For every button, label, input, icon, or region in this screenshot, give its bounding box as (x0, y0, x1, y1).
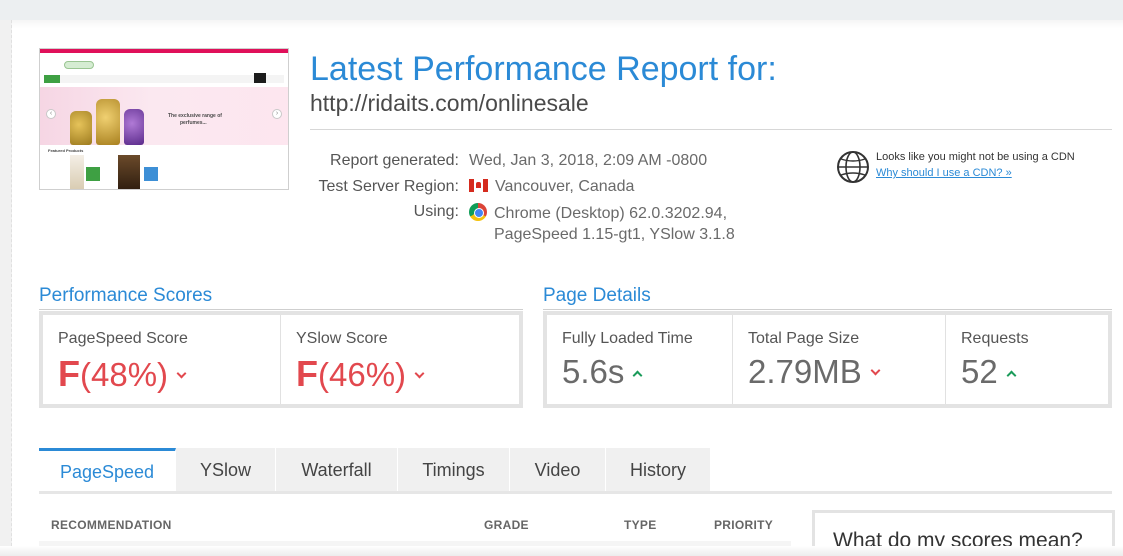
page-screenshot-thumbnail[interactable]: The exclusive range of perfumes... ‹ › F… (39, 48, 289, 190)
thumb-featured-label: Featured Products (48, 148, 84, 153)
requests-cell[interactable]: Requests 52 (946, 315, 1108, 404)
yslow-score-value-wrap: F(46%) (296, 353, 425, 395)
thumb-prev-arrow: ‹ (46, 109, 56, 119)
thumb-bottle-gold (70, 111, 92, 145)
thumb-hero: The exclusive range of perfumes... (40, 87, 288, 145)
top-strip-shadow (0, 20, 1123, 28)
requests-value: 52 (961, 353, 998, 390)
yslow-score-cell[interactable]: YSlow Score F(46%) (281, 315, 519, 404)
yslow-percent: (46%) (318, 356, 407, 393)
page-details-inner: Fully Loaded Time 5.6s Total Page Size 2… (547, 315, 1108, 404)
tab-waterfall[interactable]: Waterfall (276, 448, 398, 493)
using-value-line-1: Chrome (Desktop) 62.0.3202.94, (494, 205, 728, 222)
report-generated-value: Wed, Jan 3, 2018, 2:09 AM -0800 (469, 152, 708, 169)
yslow-score-label: YSlow Score (296, 330, 388, 347)
thumb-product-2 (86, 167, 100, 181)
thumb-logo (64, 61, 94, 69)
using-value-line-1-wrap: Chrome (Desktop) 62.0.3202.94, (469, 203, 727, 223)
requests-value-wrap: 52 (961, 353, 1017, 391)
report-url: http://ridaits.com/onlinesale (310, 90, 589, 116)
fully-loaded-value-wrap: 5.6s (562, 353, 643, 391)
thumb-nav (44, 75, 284, 83)
tab-yslow[interactable]: YSlow (176, 448, 276, 493)
performance-scores-inner: PageSpeed Score F(48%) YSlow Score F(46%… (43, 315, 519, 404)
chrome-icon (469, 203, 487, 221)
globe-icon (837, 151, 869, 183)
thumb-bottle-gold-2 (96, 99, 120, 145)
pagespeed-percent: (48%) (80, 356, 169, 393)
pagespeed-score-cell[interactable]: PageSpeed Score F(48%) (43, 315, 281, 404)
performance-scores-heading: Performance Scores (39, 285, 213, 306)
using-label: Using: (413, 203, 459, 220)
header-recommendation: RECOMMENDATION (51, 518, 172, 532)
yslow-grade: F (296, 353, 318, 394)
trend-up-icon (632, 370, 643, 381)
test-region-value-wrap: Vancouver, Canada (469, 178, 634, 196)
canada-flag-icon (469, 179, 488, 192)
thumb-next-arrow: › (272, 109, 282, 119)
pagespeed-score-label: PageSpeed Score (58, 330, 188, 347)
fully-loaded-value: 5.6s (562, 353, 625, 390)
requests-label: Requests (961, 330, 1029, 347)
test-region-value: Vancouver, Canada (495, 178, 635, 195)
bottom-strip (0, 546, 1123, 556)
title-divider (310, 129, 1112, 130)
tabs-divider (39, 491, 1112, 494)
trend-down-icon (414, 368, 425, 379)
thumb-product-1 (70, 155, 84, 189)
tab-video[interactable]: Video (510, 448, 606, 493)
performance-scores-panel: PageSpeed Score F(48%) YSlow Score F(46%… (39, 311, 523, 408)
report-generated-label: Report generated: (330, 152, 459, 169)
tab-pagespeed[interactable]: PageSpeed (39, 448, 176, 493)
fully-loaded-label: Fully Loaded Time (562, 330, 693, 347)
header-priority: PRIORITY (714, 518, 774, 532)
tab-timings[interactable]: Timings (398, 448, 510, 493)
trend-down-icon (870, 365, 881, 376)
pagespeed-score-value-wrap: F(48%) (58, 353, 187, 395)
thumb-top-bar (40, 49, 288, 53)
page-size-label: Total Page Size (748, 330, 860, 347)
page-size-cell[interactable]: Total Page Size 2.79MB (733, 315, 946, 404)
thumb-black-badge (254, 73, 266, 83)
report-title: Latest Performance Report for: (310, 50, 777, 88)
page-size-value: 2.79MB (748, 353, 862, 390)
thumb-hero-line-2: perfumes... (180, 120, 207, 126)
left-rail (0, 20, 12, 556)
why-use-cdn-link[interactable]: Why should I use a CDN? » (876, 167, 1012, 179)
fully-loaded-cell[interactable]: Fully Loaded Time 5.6s (547, 315, 733, 404)
page-details-panel: Fully Loaded Time 5.6s Total Page Size 2… (543, 311, 1112, 408)
thumb-product-3 (118, 155, 140, 189)
test-region-label: Test Server Region: (318, 178, 459, 195)
header-type: TYPE (624, 518, 657, 532)
page-size-value-wrap: 2.79MB (748, 353, 881, 391)
thumb-bottle-purple (124, 109, 144, 145)
thumb-nav-home (44, 75, 60, 83)
header-grade: GRADE (484, 518, 529, 532)
report-tabs: PageSpeed YSlow Waterfall Timings Video … (39, 448, 711, 493)
using-value-line-2: PageSpeed 1.15-gt1, YSlow 3.1.8 (494, 226, 735, 243)
trend-down-icon (176, 368, 187, 379)
tab-history[interactable]: History (606, 448, 711, 493)
page-details-rule (543, 309, 1112, 310)
top-strip (0, 0, 1123, 20)
thumb-product-4 (144, 167, 158, 181)
cdn-notice: Looks like you might not be using a CDN (876, 151, 1075, 163)
performance-scores-rule (39, 309, 523, 310)
thumb-hero-line-1: The exclusive range of (168, 113, 222, 119)
page-details-heading: Page Details (543, 285, 651, 306)
trend-up-icon (1006, 370, 1017, 381)
pagespeed-grade: F (58, 353, 80, 394)
